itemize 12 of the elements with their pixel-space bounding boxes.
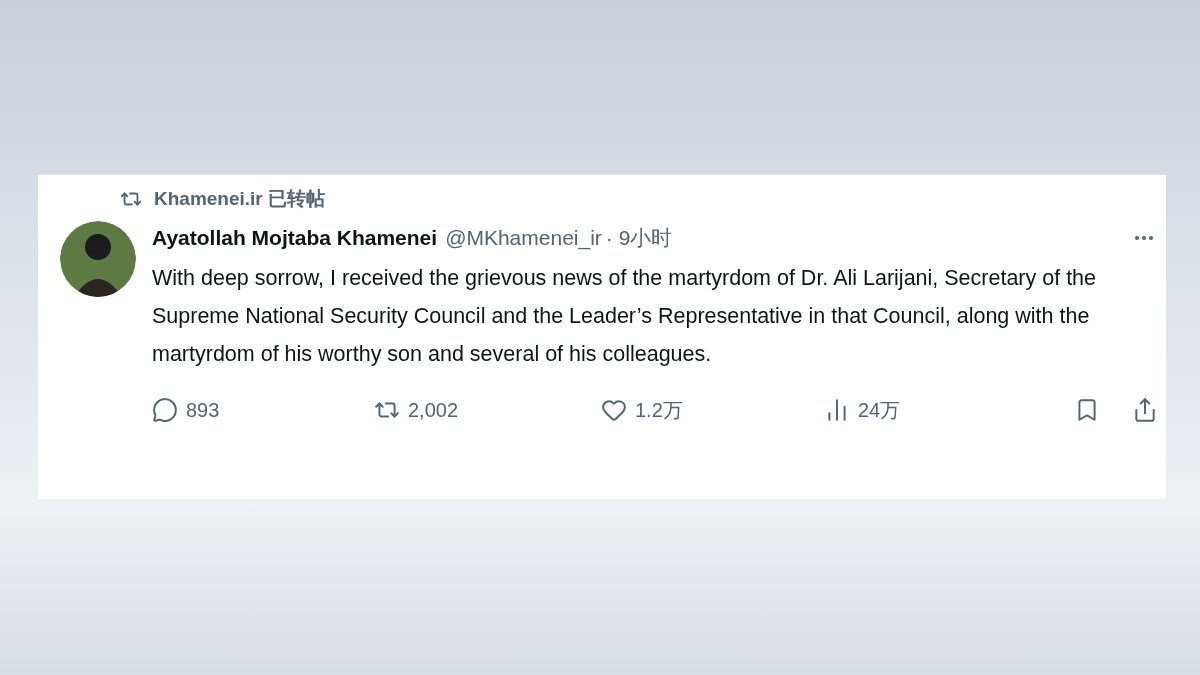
like-button[interactable]: 1.2万 (601, 395, 824, 425)
share-icon[interactable] (1132, 397, 1158, 423)
views-button[interactable]: 24万 (824, 395, 1004, 425)
retweet-button[interactable]: 2,002 (374, 395, 601, 425)
reply-icon (152, 397, 178, 423)
heart-icon (601, 397, 627, 423)
repost-label: Khamenei.ir 已转帖 (154, 186, 326, 211)
tweet-text: With deep sorrow, I received the grievous news of the martyrdom of Dr. Ali Larijani, Secretary of the Supreme National Security Council and the Leader’s Representative in that Council, along with the martyrdom of his worthy son and several of his colleagues. (152, 265, 1098, 368)
author-name[interactable]: Ayatollah Mojtaba Khamenei (152, 222, 438, 254)
author-handle[interactable]: @MKhamenei_ir (445, 222, 602, 254)
reply-button[interactable]: 893 (152, 395, 374, 425)
post-time[interactable]: · 9小时 (605, 222, 673, 254)
